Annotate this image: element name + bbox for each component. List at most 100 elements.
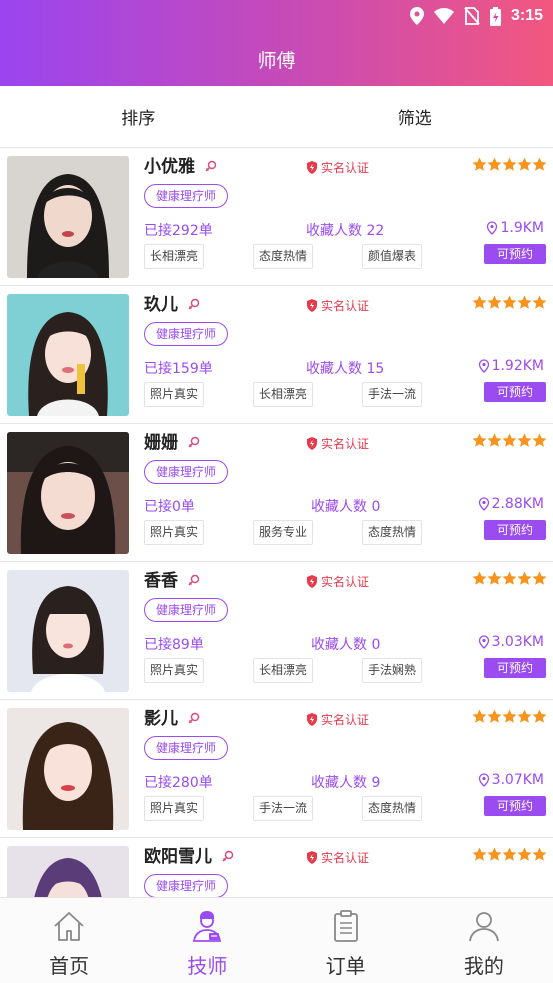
star-icon bbox=[532, 847, 547, 861]
technician-photo[interactable] bbox=[7, 294, 129, 416]
technician-name: 影儿 bbox=[144, 708, 200, 730]
tag: 照片真实 bbox=[144, 382, 205, 407]
technician-photo[interactable] bbox=[7, 708, 129, 830]
tab-label: 我的 bbox=[463, 954, 504, 978]
star-icon bbox=[472, 295, 487, 309]
star-icon bbox=[487, 709, 502, 723]
star-icon bbox=[472, 433, 487, 447]
tag: 颜值爆表 bbox=[362, 244, 423, 269]
app-header: 3:15 师傅 bbox=[0, 0, 553, 86]
verified-badge: 实名认证 bbox=[306, 710, 369, 728]
page-title: 师傅 bbox=[257, 50, 296, 72]
technician-name: 欧阳雪儿 bbox=[144, 846, 234, 868]
location-pin-icon bbox=[478, 635, 489, 649]
tag: 照片真实 bbox=[144, 796, 205, 821]
profile-icon bbox=[468, 912, 499, 942]
distance: 3.03KM bbox=[478, 634, 544, 650]
star-icon bbox=[532, 295, 547, 309]
technician-photo[interactable] bbox=[7, 432, 129, 554]
star-icon bbox=[532, 157, 547, 171]
tag: 服务专业 bbox=[253, 520, 314, 545]
technician-card[interactable]: 小优雅 实名认证 健康理疗师 已接292单 收藏人数 22 1.9KM 长相漂亮… bbox=[0, 148, 553, 286]
star-icon bbox=[517, 433, 532, 447]
verified-badge: 实名认证 bbox=[306, 296, 369, 314]
tag: 态度热情 bbox=[362, 520, 423, 545]
star-icon bbox=[517, 295, 532, 309]
favorites-count: 收藏人数 0 bbox=[311, 637, 381, 653]
tag: 长相漂亮 bbox=[144, 244, 205, 269]
distance: 2.88KM bbox=[478, 496, 544, 512]
rating-stars bbox=[472, 709, 547, 724]
tab-orders[interactable]: 订单 bbox=[277, 898, 415, 983]
book-button[interactable]: 可预约 bbox=[484, 658, 546, 678]
orders-count: 已接292单 bbox=[144, 223, 213, 239]
rating-stars bbox=[472, 295, 547, 310]
star-icon bbox=[502, 571, 517, 585]
role-badge: 健康理疗师 bbox=[144, 460, 229, 484]
technician-card[interactable]: 香香 实名认证 健康理疗师 已接89单 收藏人数 0 3.03KM 照片真实 长… bbox=[0, 562, 553, 700]
tab-home[interactable]: 首页 bbox=[0, 898, 138, 983]
book-button[interactable]: 可预约 bbox=[484, 382, 546, 402]
star-icon bbox=[472, 847, 487, 861]
shield-icon bbox=[307, 712, 317, 726]
bottom-tab-bar: 首页 技师 订单 我的 bbox=[0, 897, 553, 983]
tab-technician[interactable]: 技师 bbox=[138, 898, 276, 983]
technician-photo[interactable] bbox=[7, 156, 129, 278]
star-icon bbox=[502, 847, 517, 861]
distance: 1.92KM bbox=[478, 358, 544, 374]
tag: 手法娴熟 bbox=[362, 658, 423, 683]
star-icon bbox=[472, 157, 487, 171]
tag: 照片真实 bbox=[144, 658, 205, 683]
filter-button[interactable]: 筛选 bbox=[277, 86, 553, 147]
battery-icon bbox=[489, 6, 501, 26]
star-icon bbox=[502, 157, 517, 171]
distance: 3.07KM bbox=[478, 772, 544, 788]
technician-photo[interactable] bbox=[7, 846, 129, 897]
star-icon bbox=[532, 433, 547, 447]
favorites-count: 收藏人数 15 bbox=[306, 361, 385, 377]
verified-badge: 实名认证 bbox=[306, 434, 369, 452]
book-button[interactable]: 可预约 bbox=[484, 796, 546, 816]
orders-count: 已接0单 bbox=[144, 499, 195, 515]
female-icon bbox=[188, 570, 200, 592]
technician-name: 香香 bbox=[144, 570, 200, 592]
tag: 长相漂亮 bbox=[253, 382, 314, 407]
location-icon bbox=[409, 7, 424, 25]
status-bar: 3:15 bbox=[409, 0, 553, 32]
technician-list[interactable]: 小优雅 实名认证 健康理疗师 已接292单 收藏人数 22 1.9KM 长相漂亮… bbox=[0, 148, 553, 897]
favorites-count: 收藏人数 9 bbox=[311, 775, 381, 791]
status-time: 3:15 bbox=[510, 7, 543, 24]
location-pin-icon bbox=[478, 773, 489, 787]
book-button[interactable]: 可预约 bbox=[484, 520, 546, 540]
book-button[interactable]: 可预约 bbox=[484, 244, 546, 264]
technician-name: 姗姗 bbox=[144, 432, 200, 454]
role-badge: 健康理疗师 bbox=[144, 736, 229, 760]
rating-stars bbox=[472, 571, 547, 586]
favorites-count: 收藏人数 22 bbox=[306, 223, 385, 239]
star-icon bbox=[487, 433, 502, 447]
star-icon bbox=[487, 847, 502, 861]
orders-count: 已接159单 bbox=[144, 361, 213, 377]
tab-profile[interactable]: 我的 bbox=[415, 898, 553, 983]
technician-card[interactable]: 欧阳雪儿 实名认证 健康理疗师 bbox=[0, 838, 553, 897]
technician-card[interactable]: 影儿 实名认证 健康理疗师 已接280单 收藏人数 9 3.07KM 照片真实 … bbox=[0, 700, 553, 838]
star-icon bbox=[517, 157, 532, 171]
technician-name: 小优雅 bbox=[144, 156, 217, 178]
technician-name: 玖儿 bbox=[144, 294, 200, 316]
star-icon bbox=[472, 571, 487, 585]
sort-button[interactable]: 排序 bbox=[0, 86, 277, 147]
order-icon bbox=[333, 910, 358, 942]
star-icon bbox=[502, 433, 517, 447]
technician-photo[interactable] bbox=[7, 570, 129, 692]
tab-label: 订单 bbox=[325, 954, 366, 978]
location-pin-icon bbox=[487, 221, 498, 235]
orders-count: 已接89单 bbox=[144, 637, 204, 653]
technician-card[interactable]: 姗姗 实名认证 健康理疗师 已接0单 收藏人数 0 2.88KM 照片真实 服务… bbox=[0, 424, 553, 562]
technician-card[interactable]: 玖儿 实名认证 健康理疗师 已接159单 收藏人数 15 1.92KM 照片真实… bbox=[0, 286, 553, 424]
star-icon bbox=[532, 709, 547, 723]
star-icon bbox=[517, 847, 532, 861]
rating-stars bbox=[472, 157, 547, 172]
tab-label: 技师 bbox=[187, 954, 228, 978]
filter-bar: 排序 筛选 bbox=[0, 86, 553, 148]
star-icon bbox=[487, 157, 502, 171]
